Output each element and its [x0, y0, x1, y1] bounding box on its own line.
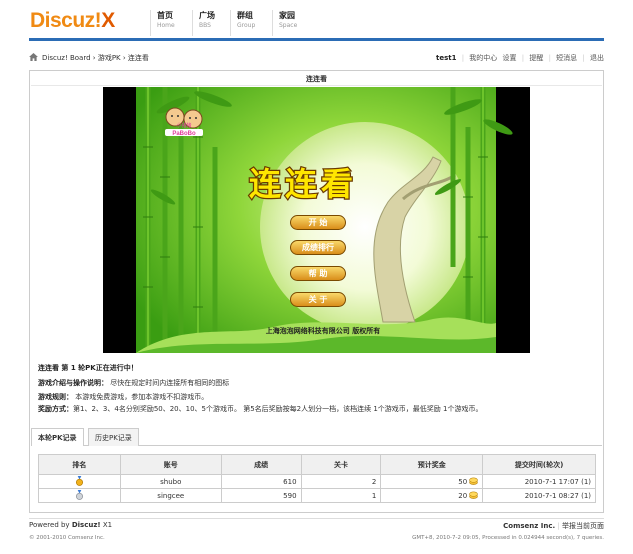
level-cell: 1: [300, 488, 382, 503]
column-header-account: 账号: [119, 454, 222, 475]
divider: |: [548, 54, 551, 62]
account-link[interactable]: shubo: [119, 474, 222, 489]
notifications-link[interactable]: 提醒: [529, 54, 543, 62]
divider: |: [521, 54, 525, 62]
user-nav: test1 | 我的中心 设置 | 提醒 | 短消息 | 退出: [436, 50, 604, 66]
title-divider: [31, 85, 602, 86]
nav-home[interactable]: 首页 Home: [150, 10, 175, 36]
nav-bbs-sublabel: BBS: [199, 22, 211, 29]
pabobo-logo-text: PaBoBo: [172, 131, 196, 137]
bonus-cell: 20: [380, 488, 484, 503]
my-center-link[interactable]: 我的中心: [469, 54, 497, 62]
rules-text: 本游戏免费游戏，参加本游戏不扣游戏币。: [75, 393, 209, 401]
pabobo-logo-cn: 小猪猪: [176, 122, 191, 129]
pk-status-text: 连连看 第 1 轮PK正在进行中！: [38, 364, 138, 372]
account-link[interactable]: singcee: [119, 488, 222, 503]
game-about-button[interactable]: 关 于: [290, 292, 346, 307]
logout-link[interactable]: 退出: [590, 54, 604, 62]
column-header-time: 提交时间(轮次): [482, 454, 596, 475]
company-link[interactable]: Comsenz Inc.: [503, 522, 555, 530]
breadcrumb-current: 连连看: [127, 54, 149, 62]
username-link[interactable]: test1: [436, 54, 456, 62]
powered-version: X1: [102, 521, 113, 529]
table-header-row: 排名 账号 成绩 关卡 预计奖金 提交时间(轮次): [38, 454, 596, 475]
column-header-bonus: 预计奖金: [380, 454, 484, 475]
game-intro: 游戏介绍与操作说明： 尽快在规定时间内连接所有相同的图标: [38, 379, 229, 388]
footer-copyright: © 2001-2010 Comsenz Inc.: [29, 535, 105, 541]
footer-divider: [29, 518, 604, 519]
score-cell: 590: [220, 488, 302, 503]
powered-by: Powered by Discuz! X1: [29, 521, 112, 529]
game-title: 连连看: [306, 75, 327, 83]
rank-cell: [38, 488, 121, 503]
time-cell: 2010-7-1 08:27 (1): [482, 488, 596, 503]
divider: |: [582, 54, 585, 62]
time-cell: 2010-7-1 17:07 (1): [482, 474, 596, 489]
nav-bbs-label: 广场: [199, 11, 215, 20]
coin-icon: [469, 491, 478, 499]
game-rules: 游戏规则： 本游戏免费游戏，参加本游戏不扣游戏币。: [38, 393, 208, 402]
logo-x: X: [101, 9, 115, 32]
tab-history[interactable]: 历史PK记录: [88, 428, 139, 446]
game-embed[interactable]: PaBoBo 小猪猪 连连看 开 始 成绩排行 帮 助 关 于 上海泡泡网络科技…: [103, 87, 530, 353]
header-divider: [29, 38, 604, 41]
bonus-cell: 50: [380, 474, 484, 489]
settings-link[interactable]: 设置: [503, 54, 517, 62]
game-start-button[interactable]: 开 始: [290, 215, 346, 230]
nav-group[interactable]: 群组 Group: [230, 10, 255, 36]
nav-group-label: 群组: [237, 11, 253, 20]
bonus-value: 50: [458, 478, 468, 486]
footer-links: Comsenz Inc. | 举报当前页面: [503, 521, 604, 531]
logo-text: Discuz!: [30, 9, 102, 32]
discuz-logo[interactable]: Discuz!X: [30, 8, 115, 34]
footer-stats: GMT+8, 2010-7-2 09:05, Processed in 0.02…: [412, 535, 604, 541]
rank-cell: [38, 474, 121, 489]
pk-records-table: 排名 账号 成绩 关卡 预计奖金 提交时间(轮次) shubo 610 2 50…: [38, 454, 596, 503]
home-icon[interactable]: [29, 53, 38, 61]
reward-text: 第1、2、3、4名分别奖励50、20、10、5个游戏币。 第5名后奖励按每2人划…: [73, 405, 483, 413]
rules-label: 游戏规则：: [38, 393, 73, 401]
divider: |: [461, 54, 465, 62]
nav-group-sublabel: Group: [237, 22, 256, 29]
column-header-rank: 排名: [38, 454, 121, 475]
coin-icon: [469, 477, 478, 485]
game-logo-title: 连连看: [249, 165, 357, 203]
tab-current-round[interactable]: 本轮PK记录: [31, 428, 84, 446]
intro-label: 游戏介绍与操作说明：: [38, 379, 108, 387]
nav-home-sublabel: Home: [157, 22, 175, 29]
column-header-score: 成绩: [220, 454, 302, 475]
powered-brand-link[interactable]: Discuz!: [72, 521, 101, 529]
divider: |: [557, 522, 560, 530]
game-ranking-button[interactable]: 成绩排行: [290, 240, 346, 255]
game-help-button[interactable]: 帮 助: [290, 266, 346, 281]
game-copyright: 上海泡泡网络科技有限公司 版权所有: [265, 327, 381, 335]
pk-status: 连连看 第 1 轮PK正在进行中！: [38, 364, 138, 373]
gold-medal-icon: [75, 475, 83, 486]
bonus-value: 20: [458, 492, 468, 500]
table-row: shubo 610 2 50 2010-7-1 17:07 (1): [38, 474, 596, 489]
breadcrumb-section-link[interactable]: 游戏PK: [98, 54, 121, 62]
score-cell: 610: [220, 474, 302, 489]
nav-home-label: 首页: [157, 11, 173, 20]
report-page-link[interactable]: 举报当前页面: [562, 522, 604, 530]
reward-label: 奖励方式：: [38, 405, 73, 413]
messages-link[interactable]: 短消息: [556, 54, 577, 62]
silver-medal-icon: [75, 489, 83, 500]
powered-prefix: Powered by: [29, 521, 70, 529]
nav-space[interactable]: 家园 Space: [272, 10, 297, 36]
table-row: singcee 590 1 20 2010-7-1 08:27 (1): [38, 488, 596, 503]
nav-space-label: 家园: [279, 11, 295, 20]
nav-space-sublabel: Space: [279, 22, 298, 29]
level-cell: 2: [300, 474, 382, 489]
column-header-level: 关卡: [300, 454, 382, 475]
breadcrumb-separator: ›: [92, 54, 96, 62]
intro-text: 尽快在规定时间内连接所有相同的图标: [110, 379, 230, 387]
reward-method: 奖励方式：第1、2、3、4名分别奖励50、20、10、5个游戏币。 第5名后奖励…: [38, 405, 598, 414]
nav-bbs[interactable]: 广场 BBS: [192, 10, 215, 36]
breadcrumb-separator: ›: [122, 54, 126, 62]
breadcrumb-board-link[interactable]: Discuz! Board: [42, 54, 91, 62]
